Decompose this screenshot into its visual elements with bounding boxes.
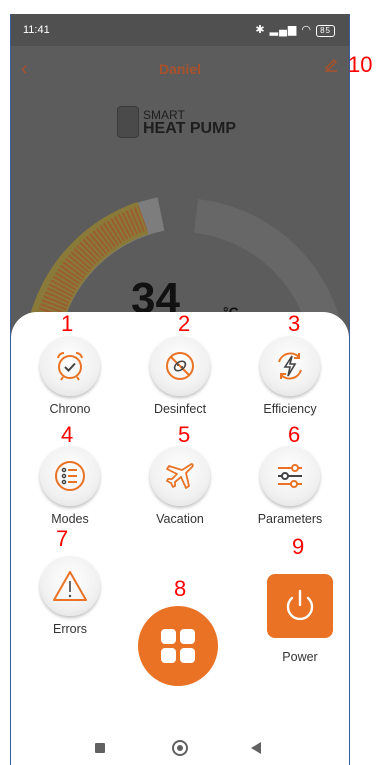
efficiency-button[interactable]: Efficiency	[245, 336, 335, 416]
desinfect-label: Desinfect	[153, 402, 207, 416]
vacation-button[interactable]: Vacation	[135, 446, 225, 526]
annotation-1: 1	[61, 311, 74, 336]
errors-label: Errors	[52, 622, 88, 636]
efficiency-label: Efficiency	[263, 402, 317, 416]
annotation-5: 5	[178, 422, 191, 447]
brand-logo: SMART HEAT PUMP	[117, 106, 236, 138]
power-button[interactable]	[267, 574, 333, 638]
recents-icon[interactable]	[95, 743, 105, 753]
desinfect-circle[interactable]	[150, 336, 210, 396]
energy-cycle-icon	[278, 352, 302, 380]
errors-circle[interactable]	[40, 556, 100, 616]
parameters-circle[interactable]	[260, 446, 320, 506]
airplane-icon	[166, 463, 194, 489]
annotation-7: 7	[56, 526, 69, 551]
power-icon	[286, 589, 314, 621]
grid-icon	[161, 629, 195, 663]
status-icons: ✱ ▂▄▆ ◠ 85	[255, 23, 335, 37]
power-label: Power	[282, 650, 318, 664]
warning-icon	[53, 571, 87, 601]
desinfect-button[interactable]: Desinfect	[135, 336, 225, 416]
phone-screen: 11:41 ✱ ▂▄▆ ◠ 85 ‹ Daniel SMART HEAT PUM…	[10, 14, 350, 765]
annotation-8: 8	[174, 576, 187, 601]
sliders-icon	[278, 464, 302, 488]
annotation-4: 4	[61, 422, 74, 447]
chrono-button[interactable]: Chrono	[25, 336, 115, 416]
bacteria-no-icon	[166, 352, 194, 380]
annotation-6: 6	[288, 422, 301, 447]
alarm-clock-icon	[57, 351, 83, 381]
errors-button[interactable]: Errors	[25, 556, 115, 636]
modes-circle[interactable]	[40, 446, 100, 506]
efficiency-circle[interactable]	[260, 336, 320, 396]
modes-button[interactable]: Modes	[25, 446, 115, 526]
vacation-label: Vacation	[156, 512, 204, 526]
system-nav-bar	[11, 734, 349, 764]
battery-icon: 85	[316, 25, 335, 37]
page-title: Daniel	[158, 61, 201, 77]
list-icon	[55, 461, 85, 491]
heat-pump-icon	[117, 106, 139, 138]
parameters-button[interactable]: Parameters	[245, 446, 335, 526]
chrono-label: Chrono	[49, 402, 91, 416]
parameters-label: Parameters	[257, 512, 323, 526]
edit-icon[interactable]	[323, 56, 339, 77]
status-time: 11:41	[23, 24, 50, 36]
modes-label: Modes	[51, 512, 89, 526]
annotation-3: 3	[288, 311, 301, 336]
annotation-2: 2	[178, 311, 191, 336]
vacation-circle[interactable]	[150, 446, 210, 506]
back-nav-icon[interactable]	[251, 742, 261, 754]
chrono-circle[interactable]	[40, 336, 100, 396]
status-bar: 11:41 ✱ ▂▄▆ ◠ 85	[11, 14, 349, 46]
dashboard-grid-button[interactable]	[138, 606, 218, 686]
home-icon[interactable]	[172, 740, 188, 756]
annotation-9: 9	[292, 534, 305, 559]
brand-line2: HEAT PUMP	[143, 120, 237, 137]
annotation-10: 10	[348, 52, 373, 77]
